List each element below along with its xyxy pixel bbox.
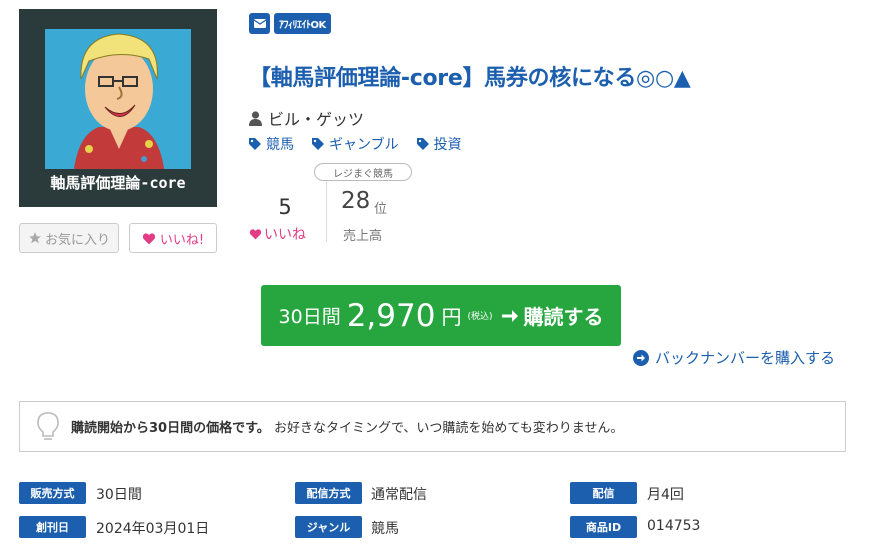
tag-invest[interactable]: 投資 [416,134,462,154]
notice-normal: お好きなタイミングで、いつ購読を始めても変わりません。 [273,421,624,436]
user-icon [249,110,262,126]
subscribe-label-text: 購読する [523,305,604,329]
tag-label: 競馬 [266,137,294,153]
spec-label-launch-date: 創刊日 [19,516,86,538]
like-button[interactable]: いいね! [129,223,217,253]
lightbulb-icon [37,411,59,440]
tag-label: 投資 [433,137,462,153]
spec-label-delivery-method: 配信方式 [295,482,362,504]
tag-icon [249,138,261,150]
price-value: 2,970 [346,297,436,334]
author-link[interactable]: ビル・ゲッツ [249,106,364,130]
like-label: いいね! [159,232,205,248]
notice-bold: 購読開始から30日間の価格です。 [71,421,270,436]
affiliate-ok-badge: ｱﾌｨﾘｴｲﾄOK [274,13,331,34]
stats-divider [326,182,327,242]
likes-label-text: いいね [264,227,306,243]
spec-value-launch-date: 2024年03月01日 [96,521,210,537]
cover-title: 軸馬評価理論-core [50,174,186,192]
spec-value-delivery-method: 通常配信 [371,487,427,503]
spec-value-delivery: 月4回 [647,487,684,503]
tag-label: ギャンブル [329,137,399,153]
price-notice-box: 購読開始から30日間の価格です。 お好きなタイミングで、いつ購読を始めても変わり… [19,401,846,452]
likes-count: 5 [278,195,292,219]
likes-label: いいね [249,224,306,244]
circle-arrow-right-icon [633,349,649,366]
arrow-right-icon [502,309,519,322]
rank-category-badge[interactable]: レジまぐ競馬 [314,163,412,181]
tag-icon [312,138,324,150]
price-tax-note: (税込) [467,312,493,322]
subscription-period: 30日間 [278,306,341,328]
envelope-icon [253,19,266,28]
tag-keiba[interactable]: 競馬 [249,134,294,154]
subscribe-button[interactable]: 30日間 2,970 円 (税込) 購読する [261,285,621,346]
notice-text: 購読開始から30日間の価格です。 お好きなタイミングで、いつ購読を始めても変わり… [71,417,623,436]
tag-icon [416,138,429,150]
spec-label-sales-method: 販売方式 [19,482,86,504]
spec-label-delivery: 配信 [570,482,637,504]
rank-number: 28 [341,188,371,214]
favorite-label: お気に入り [44,232,110,248]
heart-icon [142,232,156,244]
back-numbers-link[interactable]: バックナンバーを購入する [633,347,835,368]
spec-value-genre[interactable]: 競馬 [371,518,399,538]
spec-value-sales-method: 30日間 [96,487,142,503]
spec-label-product-id: 商品ID [570,516,637,538]
subscribe-label: 購読する [502,301,603,330]
tag-list: 競馬 ギャンブル 投資 [249,134,462,154]
price-currency: 円 [441,305,462,329]
rank-unit: 位 [374,202,388,217]
favorite-button[interactable]: お気に入り [19,223,119,253]
heart-icon [249,229,262,240]
mail-badge [249,13,270,34]
product-cover-image: 軸馬評価理論-core [19,9,217,207]
spec-label-genre: ジャンル [295,516,362,538]
star-icon [29,232,41,244]
product-title[interactable]: 【軸馬評価理論-core】馬券の核になる◎○▲ [249,60,691,92]
author-name: ビル・ゲッツ [268,110,365,129]
spec-value-product-id: 014753 [647,518,701,534]
back-numbers-label: バックナンバーを購入する [655,349,836,367]
rank-label: 売上高 [343,229,383,244]
tag-gamble[interactable]: ギャンブル [312,134,399,154]
